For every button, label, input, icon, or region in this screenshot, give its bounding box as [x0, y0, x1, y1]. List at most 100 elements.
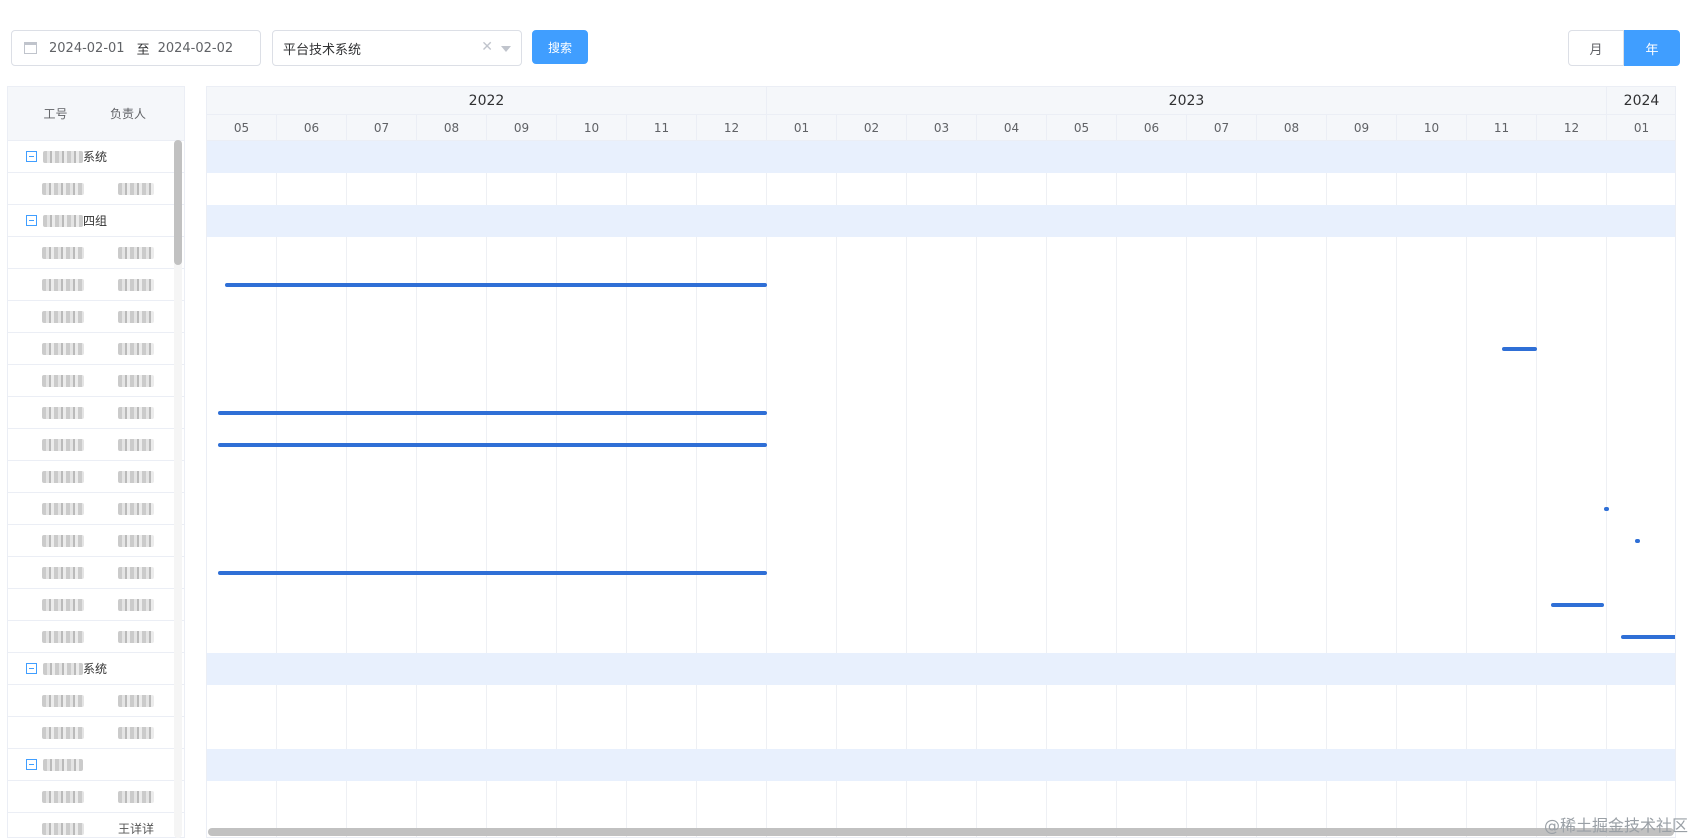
id-cell-redacted: [42, 630, 84, 643]
owner-cell-redacted: [118, 182, 154, 195]
id-cell-redacted: [42, 566, 84, 579]
month-header-cell: 06: [277, 115, 347, 141]
group-name-redacted: [43, 662, 83, 675]
group-row[interactable]: 系统: [8, 141, 184, 173]
group-row[interactable]: 四组: [8, 205, 184, 237]
table-row[interactable]: [8, 269, 184, 301]
owner-cell-redacted: [118, 598, 154, 611]
task-bar[interactable]: [1502, 347, 1537, 351]
grid-line: [626, 141, 627, 837]
table-row[interactable]: [8, 621, 184, 653]
owner-cell-redacted: [118, 630, 154, 643]
task-bar[interactable]: [1603, 507, 1609, 511]
month-header-cell: 05: [207, 115, 277, 141]
table-row[interactable]: [8, 781, 184, 813]
gantt-chart: 2022 2023 2024 05 06 07 08 09 10 11 12 01 02 03 04 05 0…: [206, 86, 1676, 838]
date-separator: 至: [136, 42, 150, 58]
year-mode-button[interactable]: 年: [1624, 30, 1680, 66]
clear-icon[interactable]: ✕: [481, 39, 493, 55]
owner-cell-redacted: [118, 310, 154, 323]
month-header-cell: 11: [627, 115, 697, 141]
owner-cell-redacted: [118, 342, 154, 355]
grid-line: [1536, 141, 1537, 837]
id-cell-redacted: [42, 278, 84, 291]
owner-cell-redacted: [118, 470, 154, 483]
view-mode-toggle: 月 年: [1568, 30, 1680, 66]
table-row[interactable]: [8, 237, 184, 269]
collapse-icon[interactable]: [26, 759, 37, 770]
system-select-value: 平台技术系统: [283, 42, 362, 58]
grid-line: [1186, 141, 1187, 837]
table-row[interactable]: [8, 365, 184, 397]
owner-cell-redacted: [118, 534, 154, 547]
id-cell-redacted: [42, 470, 84, 483]
table-row[interactable]: [8, 429, 184, 461]
table-row[interactable]: [8, 525, 184, 557]
id-cell-redacted: [42, 534, 84, 547]
group-row[interactable]: [8, 749, 184, 781]
grid-line: [836, 141, 837, 837]
task-bar[interactable]: [217, 411, 767, 415]
gantt-horizontal-scrollbar[interactable]: [208, 828, 1674, 836]
month-header-cell: 02: [837, 115, 907, 141]
collapse-icon[interactable]: [26, 215, 37, 226]
id-cell-redacted: [42, 342, 84, 355]
month-header-cell: 08: [1257, 115, 1327, 141]
group-row[interactable]: 系统: [8, 653, 184, 685]
table-row[interactable]: [8, 397, 184, 429]
id-cell-redacted: [42, 374, 84, 387]
month-header-cell: 03: [907, 115, 977, 141]
group-band: [207, 205, 1675, 237]
table-row[interactable]: 王详详: [8, 813, 184, 837]
table-row[interactable]: [8, 301, 184, 333]
month-header-cell: 11: [1467, 115, 1537, 141]
group-label: 四组: [83, 214, 108, 228]
gantt-month-header: 05 06 07 08 09 10 11 12 01 02 03 04 05 06 07 08 09 10 11 12…: [207, 115, 1675, 141]
table-row[interactable]: [8, 173, 184, 205]
watermark: @稀土掘金技术社区: [1543, 816, 1688, 835]
grid-line: [346, 141, 347, 837]
grid-line: [1466, 141, 1467, 837]
grid-line: [1256, 141, 1257, 837]
owner-cell-redacted: [118, 726, 154, 739]
month-header-cell: 12: [1537, 115, 1607, 141]
task-bar[interactable]: [217, 443, 767, 447]
task-bar[interactable]: [1621, 635, 1675, 639]
search-button[interactable]: 搜索: [532, 30, 588, 64]
year-header-cell: 2023: [767, 87, 1607, 115]
group-name-redacted: [43, 150, 83, 163]
group-label: 系统: [83, 662, 108, 676]
gantt-year-header: 2022 2023 2024: [207, 87, 1675, 115]
table-row[interactable]: [8, 493, 184, 525]
task-bar[interactable]: [224, 283, 767, 287]
owner-cell-redacted: [118, 502, 154, 515]
grid-line: [486, 141, 487, 837]
id-cell-redacted: [42, 246, 84, 259]
grid-line: [1606, 141, 1607, 837]
year-header-cell: 2024: [1607, 87, 1675, 115]
month-header-cell: 05: [1047, 115, 1117, 141]
left-scrollbar-thumb[interactable]: [174, 140, 182, 265]
id-cell-redacted: [42, 310, 84, 323]
table-row[interactable]: [8, 557, 184, 589]
system-select[interactable]: 平台技术系统 ✕: [272, 30, 522, 66]
grid-line: [696, 141, 697, 837]
collapse-icon[interactable]: [26, 663, 37, 674]
table-row[interactable]: [8, 461, 184, 493]
task-bar[interactable]: [1635, 539, 1640, 543]
task-bar[interactable]: [217, 571, 767, 575]
month-mode-button[interactable]: 月: [1568, 30, 1624, 66]
task-bar[interactable]: [1551, 603, 1604, 607]
grid-line: [976, 141, 977, 837]
table-row[interactable]: [8, 717, 184, 749]
table-row[interactable]: [8, 333, 184, 365]
collapse-icon[interactable]: [26, 151, 37, 162]
date-end-input[interactable]: 2024-02-02: [158, 41, 234, 56]
group-label: 系统: [83, 150, 108, 164]
date-start-input[interactable]: 2024-02-01: [49, 41, 125, 56]
chevron-down-icon[interactable]: [501, 46, 511, 52]
table-row[interactable]: [8, 589, 184, 621]
date-range-picker[interactable]: 2024-02-01 至 2024-02-02: [11, 30, 261, 66]
id-cell-redacted: [42, 790, 84, 803]
table-row[interactable]: [8, 685, 184, 717]
